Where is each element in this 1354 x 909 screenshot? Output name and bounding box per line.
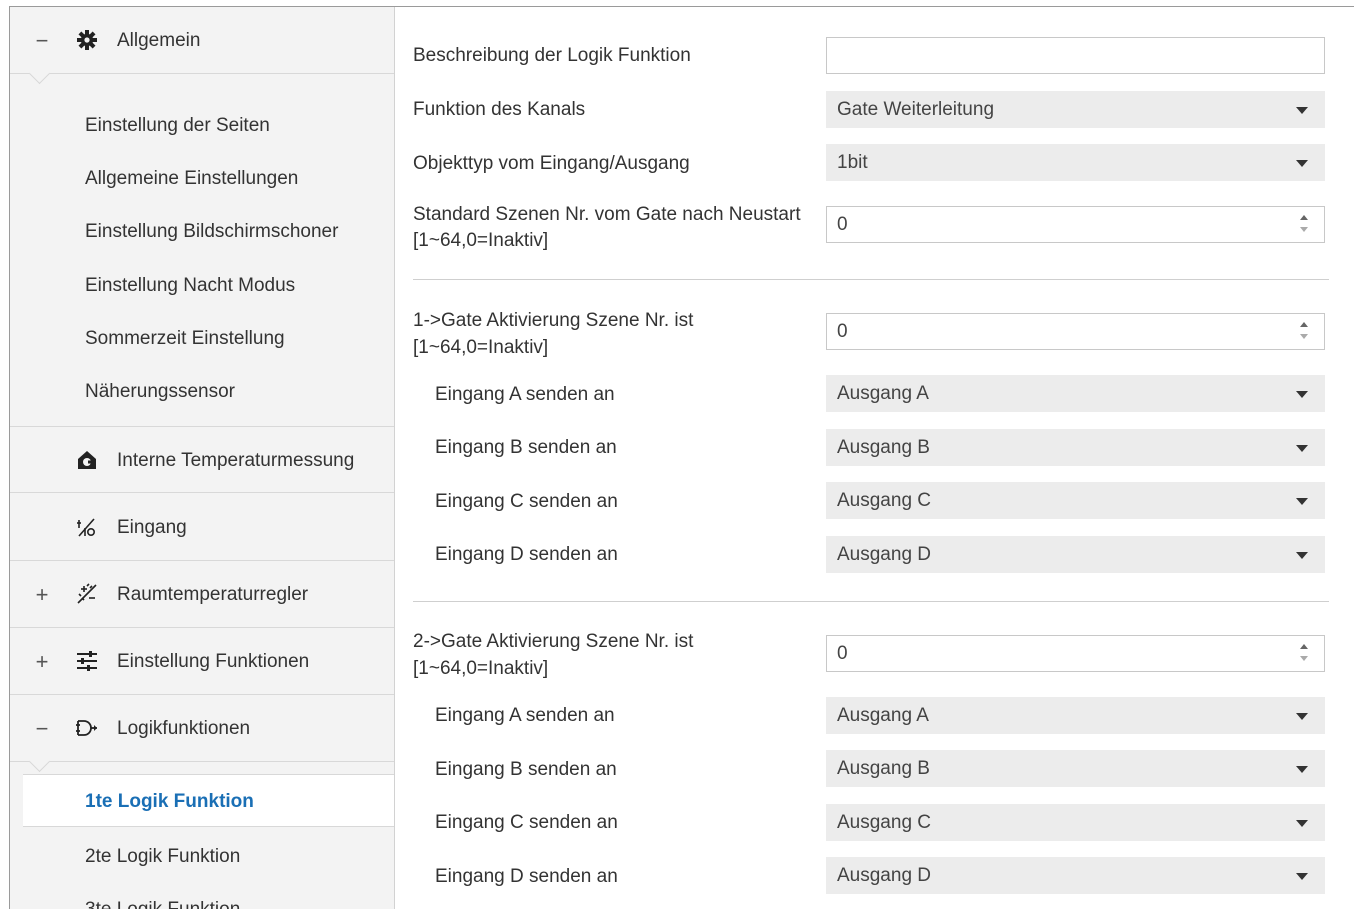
- sidebar-item-naeherungssensor[interactable]: Näherungssensor: [10, 365, 394, 418]
- spin-buttons[interactable]: [1300, 322, 1310, 342]
- spin-up-icon[interactable]: [1300, 322, 1308, 327]
- collapse-toggle[interactable]: −: [34, 695, 50, 762]
- funktion-value: Gate Weiterleitung: [837, 99, 995, 120]
- gate2-eingang-b-label: Eingang B senden an: [435, 759, 617, 780]
- chevron-down-icon: [1296, 713, 1308, 720]
- spin-buttons[interactable]: [1300, 215, 1310, 235]
- spin-down-icon[interactable]: [1300, 656, 1308, 661]
- sidebar-group-label: Raumtemperaturregler: [117, 584, 309, 605]
- gate1-eingang-b-label: Eingang B senden an: [435, 437, 617, 458]
- gate1-eingang-d-label: Eingang D senden an: [435, 544, 618, 565]
- chevron-down-icon: [1296, 820, 1308, 827]
- gate2-eingang-c-value: Ausgang C: [837, 812, 932, 833]
- spin-buttons[interactable]: [1300, 644, 1310, 664]
- standard-spinbox[interactable]: 0: [826, 206, 1325, 243]
- gate1-value: 0: [837, 321, 848, 342]
- gate1-range-label: [1~64,0=Inaktiv]: [413, 337, 549, 358]
- sidebar-item-3te-logik-funktion[interactable]: 3te Logik Funktion: [10, 883, 394, 909]
- sidebar-item-nacht-modus[interactable]: Einstellung Nacht Modus: [10, 259, 394, 312]
- gear-icon: [77, 30, 97, 50]
- gate2-eingang-a-value: Ausgang A: [837, 705, 929, 726]
- parameter-panel: Beschreibung der Logik Funktion Funktion…: [395, 7, 1354, 909]
- chevron-down-icon: [1296, 498, 1308, 505]
- gate1-eingang-b-select[interactable]: Ausgang B: [826, 429, 1325, 466]
- gate1-eingang-d-value: Ausgang D: [837, 544, 932, 565]
- spin-down-icon[interactable]: [1300, 334, 1308, 339]
- sliders-icon: [77, 651, 97, 671]
- gate1-eingang-c-label: Eingang C senden an: [435, 491, 618, 512]
- sidebar-item-2te-logik-funktion[interactable]: 2te Logik Funktion: [10, 830, 394, 883]
- objekttyp-value: 1bit: [837, 152, 868, 173]
- chevron-down-icon: [1296, 107, 1308, 114]
- temperature-control-icon: [77, 583, 97, 604]
- gate1-eingang-b-value: Ausgang B: [837, 437, 930, 458]
- gate2-eingang-b-value: Ausgang B: [837, 758, 930, 779]
- gate1-eingang-c-value: Ausgang C: [837, 490, 932, 511]
- sidebar-group-label: Eingang: [117, 517, 187, 538]
- sidebar-item-einstellung-der-seiten[interactable]: Einstellung der Seiten: [10, 99, 394, 152]
- funktion-select[interactable]: Gate Weiterleitung: [826, 91, 1325, 128]
- objekttyp-select[interactable]: 1bit: [826, 144, 1325, 181]
- gate2-eingang-c-select[interactable]: Ausgang C: [826, 804, 1325, 841]
- expand-toggle[interactable]: +: [34, 561, 50, 628]
- chevron-down-icon: [1296, 873, 1308, 880]
- gate2-eingang-c-label: Eingang C senden an: [435, 812, 618, 833]
- chevron-down-icon: [1296, 552, 1308, 559]
- gate2-range-label: [1~64,0=Inaktiv]: [413, 658, 549, 679]
- objekttyp-label: Objekttyp vom Eingang/Ausgang: [413, 153, 690, 174]
- gate2-eingang-d-value: Ausgang D: [837, 865, 932, 886]
- chevron-down-icon: [1296, 766, 1308, 773]
- input-switch-icon: [77, 518, 96, 537]
- sidebar-item-bildschirmschoner[interactable]: Einstellung Bildschirmschoner: [10, 205, 394, 258]
- spin-up-icon[interactable]: [1300, 215, 1308, 220]
- gate1-eingang-a-label: Eingang A senden an: [435, 384, 615, 405]
- main-window: − Allgemein Einstellung der Seiten Allge…: [9, 6, 1354, 909]
- sidebar-group-raumtemperaturregler[interactable]: + Raumtemperaturregler: [10, 561, 394, 628]
- sidebar-group-label: Einstellung Funktionen: [117, 651, 310, 672]
- gate2-eingang-a-select[interactable]: Ausgang A: [826, 697, 1325, 734]
- chevron-down-icon: [1296, 445, 1308, 452]
- standard-label: Standard Szenen Nr. vom Gate nach Neusta…: [413, 204, 801, 225]
- sidebar-group-allgemein[interactable]: − Allgemein: [10, 7, 394, 85]
- chevron-down-icon: [1296, 391, 1308, 398]
- gate1-eingang-d-select[interactable]: Ausgang D: [826, 536, 1325, 573]
- gate1-eingang-c-select[interactable]: Ausgang C: [826, 482, 1325, 519]
- gate2-eingang-b-select[interactable]: Ausgang B: [826, 750, 1325, 787]
- collapse-toggle[interactable]: −: [34, 7, 50, 74]
- chevron-down-icon: [1296, 160, 1308, 167]
- sidebar-group-eingang[interactable]: Eingang: [10, 494, 394, 561]
- beschreibung-input[interactable]: [826, 37, 1325, 74]
- gate2-label: 2->Gate Aktivierung Szene Nr. ist: [413, 631, 694, 652]
- sidebar-item-1te-logik-funktion[interactable]: 1te Logik Funktion: [23, 774, 394, 827]
- gate1-label: 1->Gate Aktivierung Szene Nr. ist: [413, 310, 694, 331]
- section-divider: [413, 601, 1329, 602]
- thermometer-house-icon: [78, 451, 96, 469]
- gate1-eingang-a-select[interactable]: Ausgang A: [826, 375, 1325, 412]
- sidebar-item-allgemeine-einstellungen[interactable]: Allgemeine Einstellungen: [10, 152, 394, 205]
- gate1-eingang-a-value: Ausgang A: [837, 383, 929, 404]
- sidebar-group-interne-temperaturmessung[interactable]: Interne Temperaturmessung: [10, 426, 394, 493]
- logic-gate-icon: [76, 720, 97, 736]
- expand-toggle[interactable]: +: [34, 628, 50, 695]
- sidebar-item-sommerzeit[interactable]: Sommerzeit Einstellung: [10, 312, 394, 365]
- gate2-value: 0: [837, 643, 848, 664]
- gate2-eingang-d-select[interactable]: Ausgang D: [826, 857, 1325, 894]
- gate2-eingang-a-label: Eingang A senden an: [435, 705, 615, 726]
- standard-value: 0: [837, 214, 848, 235]
- beschreibung-label: Beschreibung der Logik Funktion: [413, 45, 691, 66]
- sidebar-group-label: Interne Temperaturmessung: [117, 450, 355, 471]
- sidebar: − Allgemein Einstellung der Seiten Allge…: [10, 7, 395, 909]
- sidebar-group-label: Logikfunktionen: [117, 718, 251, 739]
- sidebar-group-label: Allgemein: [117, 30, 201, 51]
- section-divider: [413, 279, 1329, 280]
- gate2-eingang-d-label: Eingang D senden an: [435, 866, 618, 887]
- spin-up-icon[interactable]: [1300, 644, 1308, 649]
- spin-down-icon[interactable]: [1300, 227, 1308, 232]
- gate2-spinbox[interactable]: 0: [826, 635, 1325, 672]
- sidebar-group-einstellung-funktionen[interactable]: + Einstellung Funktionen: [10, 628, 394, 695]
- funktion-label: Funktion des Kanals: [413, 99, 586, 120]
- gate1-spinbox[interactable]: 0: [826, 313, 1325, 350]
- sidebar-group-logikfunktionen[interactable]: − Logikfunktionen: [10, 695, 394, 773]
- standard-range-label: [1~64,0=Inaktiv]: [413, 230, 549, 251]
